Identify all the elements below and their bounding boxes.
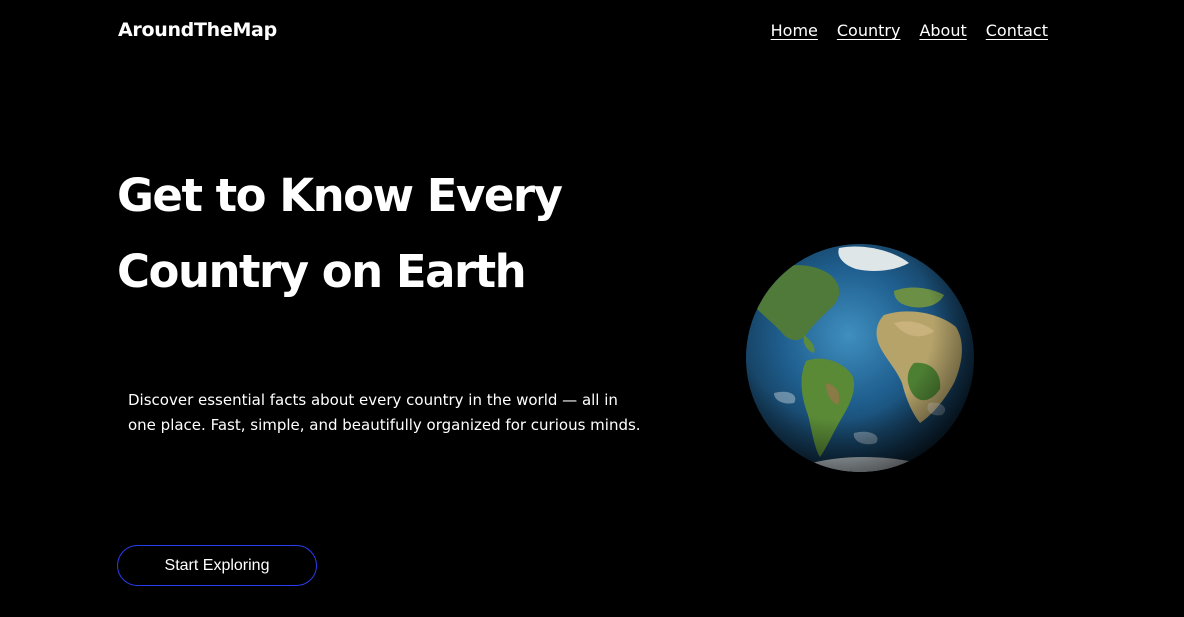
hero-title: Get to Know Every Country on Earth (117, 158, 637, 310)
landing-page: AroundTheMap Home Country About Contact … (0, 0, 1184, 617)
nav-link-about[interactable]: About (919, 21, 966, 40)
nav-link-country[interactable]: Country (837, 21, 901, 40)
main-nav: Home Country About Contact (771, 21, 1048, 40)
hero-title-line-1: Get to Know Every (117, 169, 563, 222)
nav-link-contact[interactable]: Contact (986, 21, 1048, 40)
hero-description: Discover essential facts about every cou… (128, 391, 641, 434)
brand-logo[interactable]: AroundTheMap (118, 19, 277, 41)
start-exploring-button[interactable]: Start Exploring (117, 545, 317, 586)
nav-link-home[interactable]: Home (771, 21, 818, 40)
hero-title-line-2: Country on Earth (117, 245, 527, 298)
earth-globe-image (746, 244, 974, 472)
